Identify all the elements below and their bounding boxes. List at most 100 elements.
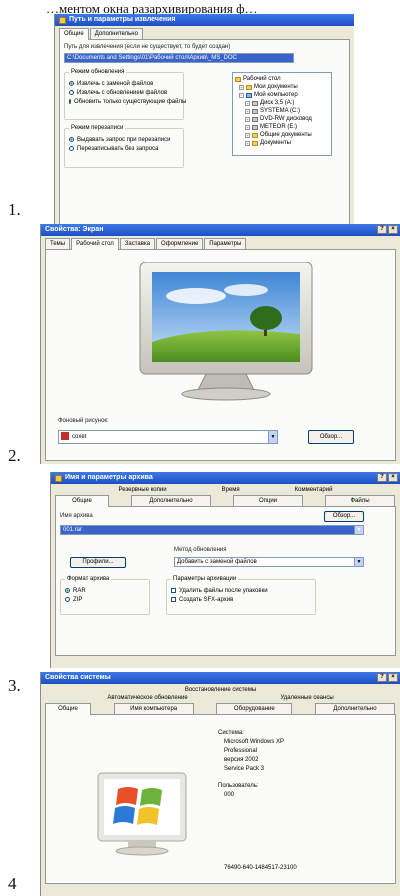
user-label: Пользователь: (218, 783, 259, 789)
radio-zip[interactable]: ZIP (65, 595, 145, 604)
radio-update-existing[interactable]: Обновить только существующие файлы (69, 97, 186, 106)
update-method-label: Метод обновления (174, 547, 227, 553)
overwrite-mode-title: Режим перезаписи (69, 125, 126, 131)
tab-advanced[interactable]: Дополнительно (89, 28, 143, 39)
monitor-preview (139, 262, 313, 401)
tree-item[interactable]: − Мой компьютер (235, 91, 329, 99)
window-icon (55, 474, 62, 482)
window-title: Путь и параметры извлечения (69, 16, 176, 23)
tab-hardware[interactable]: Оборудование (216, 703, 293, 714)
image-icon (61, 432, 69, 441)
tree-item[interactable]: + DVD-RW дисковод (235, 115, 329, 123)
update-mode-group: Режим обновления Извлечь с заменой файло… (64, 69, 186, 120)
close-button[interactable]: × (388, 673, 398, 682)
update-mode-title: Режим обновления (69, 69, 127, 75)
archive-format-group: Формат архива RAR ZIP (60, 576, 150, 615)
tab-screensaver[interactable]: Заставка (119, 238, 156, 249)
chevron-down-icon[interactable]: ▼ (354, 526, 363, 534)
drive-icon (252, 108, 258, 114)
window-title: Имя и параметры архива (65, 474, 153, 481)
tab-computer-name[interactable]: Имя компьютера (113, 703, 194, 714)
user-name: 000 (224, 792, 235, 798)
serial-number: 76490-640-1484517-23100 (224, 865, 297, 871)
tab-settings[interactable]: Параметры (204, 238, 247, 249)
titlebar: Путь и параметры извлечения (55, 14, 354, 26)
radio-extract-replace[interactable]: Извлечь с заменой файлов (69, 79, 179, 88)
tree-item[interactable]: + SYSTEMA (C:) (235, 107, 329, 115)
help-button[interactable]: ? (377, 225, 387, 234)
tab-appearance[interactable]: Оформление (156, 238, 204, 249)
radio-ask-overwrite[interactable]: Выдавать запрос при перезаписи (69, 135, 179, 144)
tree-item[interactable]: + Диск 3,5 (A:) (235, 99, 329, 107)
titlebar: Свойства: Экран ? × (41, 224, 400, 236)
os-service-pack: Service Pack 3 (224, 766, 265, 772)
window-title: Свойства системы (45, 674, 111, 681)
archive-options-group: Параметры архивации Удалить файлы после … (166, 576, 316, 615)
item-number-1: 1. (8, 200, 21, 219)
drive-icon (252, 124, 258, 130)
path-input[interactable]: C:\Documents and Settings\01\Рабочий сто… (64, 53, 294, 63)
tab-options[interactable]: Опции (233, 495, 303, 506)
chevron-down-icon[interactable]: ▼ (268, 431, 277, 443)
chevron-down-icon[interactable]: ▼ (354, 558, 363, 566)
profiles-button[interactable]: Профили... (70, 557, 126, 568)
help-button[interactable]: ? (377, 673, 387, 682)
tree-item[interactable]: + Мои документы (235, 83, 329, 91)
folder-tree[interactable]: Рабочий стол + Мои документы − Мой компьют… (232, 72, 332, 156)
checkbox-delete-after[interactable]: Удалить файлы после упаковки (171, 586, 311, 595)
archive-name-label: Имя архива (60, 513, 93, 519)
drive-icon (252, 100, 258, 106)
close-button[interactable]: × (388, 225, 398, 234)
os-edition: Professional (224, 748, 258, 754)
tree-item[interactable]: + Общие документы (235, 131, 329, 139)
tree-item[interactable]: + Документы (235, 139, 329, 147)
drive-icon (252, 116, 258, 122)
tab-desktop[interactable]: Рабочий стол (71, 238, 119, 250)
tab-files[interactable]: Файлы (325, 495, 395, 506)
folder-icon (246, 84, 252, 90)
windows-logo-icon (97, 772, 187, 856)
tab-themes[interactable]: Темы (45, 238, 71, 249)
close-button[interactable]: × (388, 473, 398, 482)
tab-advanced[interactable]: Дополнительно (314, 703, 395, 714)
update-method-select[interactable]: Добавить с заменой файлов ▼ (174, 557, 364, 567)
archive-options-window: Имя и параметры архива ? × Резервные коп… (50, 472, 400, 668)
tab-advanced[interactable]: Дополнительно (131, 495, 211, 506)
os-name: Microsoft Windows XP (224, 739, 285, 745)
archive-name-input[interactable]: 001.rar ▼ (60, 525, 364, 535)
checkbox-create-sfx[interactable]: Создать SFX-архив (171, 595, 311, 604)
display-properties-window: Свойства: Экран ? × Темы Рабочий стол За… (40, 224, 400, 464)
computer-icon (246, 92, 252, 98)
background-label: Фоновый рисунок: (58, 418, 109, 424)
tab-general[interactable]: Общие (55, 495, 109, 507)
tree-item[interactable]: + METEOR (E:) (235, 123, 329, 131)
browse-button[interactable]: Обзор... (308, 430, 354, 444)
item-number-3: 3. (8, 676, 21, 695)
radio-overwrite-silent[interactable]: Перезаписывать без запроса (69, 144, 179, 153)
item-number-4: 4 (8, 874, 17, 893)
radio-extract-update[interactable]: Извлечь с обновлением файлов (69, 88, 179, 97)
radio-rar[interactable]: RAR (65, 586, 145, 595)
archive-format-title: Формат архива (65, 576, 112, 582)
titlebar: Имя и параметры архива ? × (51, 472, 400, 484)
folder-icon (252, 140, 258, 146)
tab-general[interactable]: Общие (59, 28, 89, 40)
system-label: Система: (218, 730, 244, 736)
tab-general[interactable]: Общие (45, 703, 91, 715)
window-icon (59, 16, 66, 24)
overwrite-mode-group: Режим перезаписи Выдавать запрос при пер… (64, 125, 184, 168)
system-properties-window: Свойства системы ? × Восстановление сист… (40, 672, 400, 896)
archive-options-title: Параметры архивации (171, 576, 239, 582)
help-button[interactable]: ? (377, 473, 387, 482)
window-title: Свойства: Экран (45, 226, 104, 233)
path-label: Путь для извлечения (если не существует,… (64, 44, 231, 50)
tree-item[interactable]: Рабочий стол (235, 75, 329, 83)
extract-options-window: Путь и параметры извлечения Общие Дополн… (54, 14, 354, 224)
titlebar: Свойства системы ? × (41, 672, 400, 684)
os-version: версия 2002 (224, 757, 259, 763)
background-select[interactable]: coxet ▼ (58, 430, 278, 444)
folder-icon (235, 76, 241, 82)
tab-system-restore[interactable]: Восстановление системы (185, 687, 256, 693)
browse-button[interactable]: Обзор... (324, 511, 364, 522)
item-number-2: 2. (8, 446, 21, 465)
